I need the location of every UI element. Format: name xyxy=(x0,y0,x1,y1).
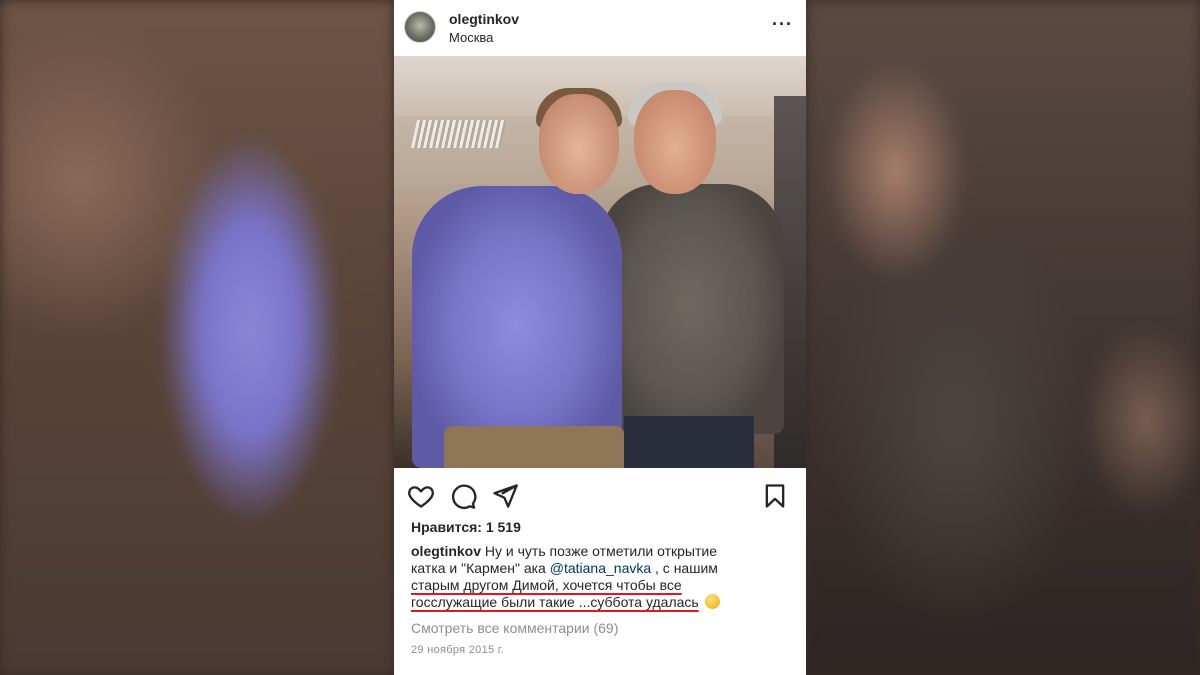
photo-person-left-head xyxy=(539,94,619,194)
photo-vent xyxy=(411,120,507,148)
comment-icon[interactable] xyxy=(449,482,477,510)
photo-person-right-head xyxy=(634,90,716,194)
post-header: olegtinkov Москва ··· xyxy=(394,0,806,56)
post-caption: olegtinkov Ну и чуть позже отметили откр… xyxy=(411,543,771,611)
caption-text: , с нашим xyxy=(651,560,718,576)
blurred-background-left xyxy=(0,0,394,675)
caption-underlined-text: госслужащие были такие ...суббота удалас… xyxy=(411,594,699,610)
post-location[interactable]: Москва xyxy=(449,30,493,45)
likes-count[interactable]: Нравится: 1 519 xyxy=(411,519,521,535)
caption-text: Ну и чуть позже отметили открытие xyxy=(481,543,718,559)
avatar[interactable] xyxy=(404,11,436,43)
caption-text: катка и "Кармен" ака xyxy=(411,560,550,576)
caption-line: старым другом Димой, хочется чтобы все xyxy=(411,577,771,594)
post-username[interactable]: olegtinkov xyxy=(449,11,519,27)
photo-person-right xyxy=(599,184,784,434)
heart-icon[interactable] xyxy=(407,482,435,510)
caption-line: olegtinkov Ну и чуть позже отметили откр… xyxy=(411,543,771,560)
blurred-background-right xyxy=(806,0,1200,675)
caption-line: катка и "Кармен" ака @tatiana_navka , с … xyxy=(411,560,771,577)
photo-person-left-pants xyxy=(444,426,624,468)
share-icon[interactable] xyxy=(491,482,519,510)
post-date: 29 ноября 2015 г. xyxy=(411,644,505,656)
caption-line: госслужащие были такие ...суббота удалас… xyxy=(411,594,771,611)
bookmark-icon[interactable] xyxy=(761,482,789,510)
smiling-face-emoji-icon xyxy=(704,594,720,609)
caption-username[interactable]: olegtinkov xyxy=(411,543,481,559)
caption-underlined-text: старым другом Димой, хочется чтобы все xyxy=(411,577,682,593)
instagram-post-card: olegtinkov Москва ··· Нравится: 1 519 ol… xyxy=(394,0,806,675)
caption-mention-link[interactable]: @tatiana_navka xyxy=(550,560,651,576)
more-options-icon[interactable]: ··· xyxy=(772,14,793,35)
view-all-comments-link[interactable]: Смотреть все комментарии (69) xyxy=(411,620,618,636)
photo-person-right-pants xyxy=(624,416,754,468)
post-actions xyxy=(394,476,806,516)
post-photo[interactable] xyxy=(394,56,806,468)
